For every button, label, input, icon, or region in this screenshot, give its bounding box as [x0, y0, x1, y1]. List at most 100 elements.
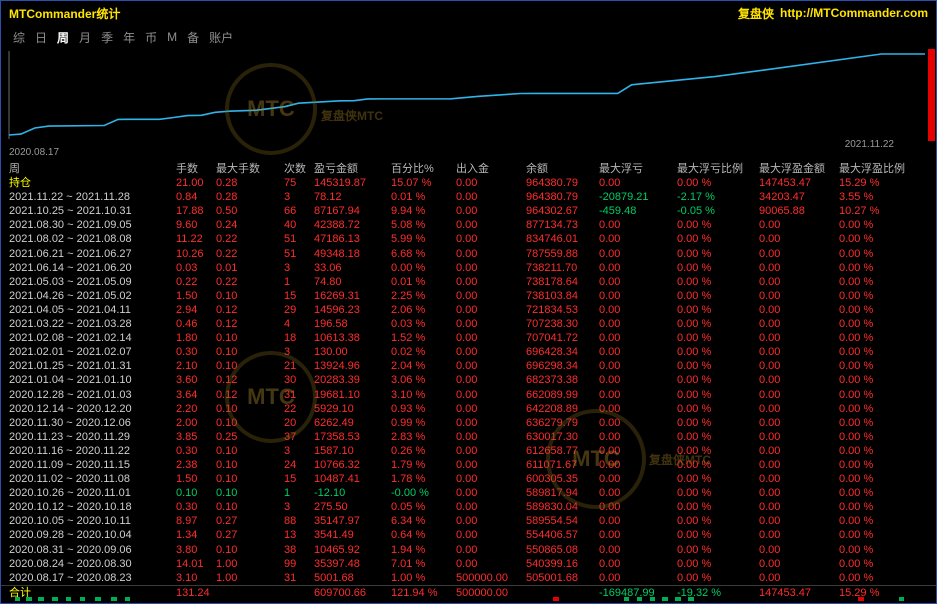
table-cell: 0.00 % — [839, 303, 929, 317]
mini-bar — [66, 597, 72, 601]
table-cell: 0.10 — [216, 416, 284, 430]
table-cell: 0.00 % — [839, 232, 929, 246]
table-cell: 5.08 % — [391, 218, 456, 232]
table-row[interactable]: 2021.10.25 ~ 2021.10.3117.880.506687167.… — [1, 204, 936, 218]
menu-item-日[interactable]: 日 — [35, 29, 47, 46]
app-window: MTCommander统计 复盘侠 http://MTCommander.com… — [0, 0, 937, 604]
menu-item-备[interactable]: 备 — [187, 29, 199, 46]
table-row[interactable]: 2020.08.31 ~ 2020.09.063.800.103810465.9… — [1, 543, 936, 557]
mini-bar — [624, 597, 630, 601]
column-header: 手数 — [176, 162, 216, 176]
table-row[interactable]: 2020.11.09 ~ 2020.11.152.380.102410766.3… — [1, 458, 936, 472]
table-cell: 964380.79 — [526, 176, 599, 190]
table-cell: 0.00 — [759, 444, 839, 458]
table-cell: 0.10 — [216, 472, 284, 486]
menu-item-月[interactable]: 月 — [79, 29, 91, 46]
table-cell: 0.00 — [456, 176, 526, 190]
table-cell: 0.10 — [216, 402, 284, 416]
menu-item-M[interactable]: M — [167, 30, 177, 44]
table-row[interactable]: 2021.05.03 ~ 2021.05.090.220.22174.800.0… — [1, 275, 936, 289]
table-row[interactable]: 2021.02.01 ~ 2021.02.070.300.103130.000.… — [1, 345, 936, 359]
table-row[interactable]: 2020.09.28 ~ 2020.10.041.340.27133541.49… — [1, 528, 936, 542]
table-row[interactable]: 2021.11.22 ~ 2021.11.280.840.28378.120.0… — [1, 190, 936, 204]
menu-item-周[interactable]: 周 — [57, 29, 69, 46]
table-row[interactable]: 2021.02.08 ~ 2021.02.141.800.101810613.3… — [1, 331, 936, 345]
table-cell: 0.00 — [599, 444, 677, 458]
table-cell: 持仓 — [9, 176, 176, 190]
menu-item-综[interactable]: 综 — [13, 29, 25, 46]
table-cell: 589830.04 — [526, 500, 599, 514]
table-cell: 0.00 — [456, 275, 526, 289]
table-cell: 0.00 % — [839, 430, 929, 444]
table-row[interactable]: 2021.01.04 ~ 2021.01.103.600.123020283.3… — [1, 373, 936, 387]
table-cell: 18 — [284, 331, 314, 345]
table-cell: 0.10 — [176, 486, 216, 500]
table-cell: 0.00 % — [839, 514, 929, 528]
table-cell: 2020.08.17 ~ 2020.08.23 — [9, 571, 176, 585]
column-header: 次数 — [284, 162, 314, 176]
table-cell: 0.00 — [599, 317, 677, 331]
table-cell: 9.94 % — [391, 204, 456, 218]
mini-bar — [650, 597, 656, 601]
table-row[interactable]: 2020.08.24 ~ 2020.08.3014.011.009935397.… — [1, 557, 936, 571]
table-row[interactable]: 2021.04.05 ~ 2021.04.112.940.122914596.2… — [1, 303, 936, 317]
table-cell: 0.00 % — [839, 402, 929, 416]
table-row[interactable]: 2021.01.25 ~ 2021.01.312.100.102113924.9… — [1, 359, 936, 373]
table-cell: 2020.09.28 ~ 2020.10.04 — [9, 528, 176, 542]
menu-item-季[interactable]: 季 — [101, 29, 113, 46]
table-cell: 0.50 — [216, 204, 284, 218]
table-cell: 35147.97 — [314, 514, 391, 528]
table-cell: 0.00 — [759, 486, 839, 500]
table-cell: 0.10 — [216, 444, 284, 458]
table-row[interactable]: 2021.08.02 ~ 2021.08.0811.220.225147186.… — [1, 232, 936, 246]
table-row[interactable]: 2021.06.21 ~ 2021.06.2710.260.225149348.… — [1, 247, 936, 261]
table-cell: 0.12 — [216, 317, 284, 331]
table-cell: 787559.88 — [526, 247, 599, 261]
table-cell: 2020.08.31 ~ 2020.09.06 — [9, 543, 176, 557]
column-header: 最大浮盈比例 — [839, 162, 929, 176]
table-cell: 0.00 — [759, 331, 839, 345]
table-row[interactable]: 2020.11.02 ~ 2020.11.081.500.101510487.4… — [1, 472, 936, 486]
table-cell: 0.10 — [216, 345, 284, 359]
table-row[interactable]: 2021.04.26 ~ 2021.05.021.500.101516269.3… — [1, 289, 936, 303]
equity-curve — [9, 54, 925, 135]
brand-url-link[interactable]: http://MTCommander.com — [780, 6, 928, 20]
table-row[interactable]: 2020.08.17 ~ 2020.08.233.101.00315001.68… — [1, 571, 936, 585]
table-cell: 2.04 % — [391, 359, 456, 373]
table-row[interactable]: 2020.12.28 ~ 2021.01.033.640.123119681.1… — [1, 388, 936, 402]
table-cell: 0.00 % — [677, 345, 759, 359]
column-header: 余额 — [526, 162, 599, 176]
table-row[interactable]: 2020.10.12 ~ 2020.10.180.300.103275.500.… — [1, 500, 936, 514]
table-cell: 2021.02.08 ~ 2021.02.14 — [9, 331, 176, 345]
table-row[interactable]: 2020.11.30 ~ 2020.12.062.000.10206262.49… — [1, 416, 936, 430]
table-row[interactable]: 2020.11.23 ~ 2020.11.293.850.253717358.5… — [1, 430, 936, 444]
table-row[interactable]: 持仓21.000.2875145319.8715.07 %0.00964380.… — [1, 176, 936, 190]
table-cell: 0.10 — [216, 359, 284, 373]
table-cell: 0.00 — [599, 416, 677, 430]
table-row[interactable]: 2020.10.26 ~ 2020.11.010.100.101-12.10-0… — [1, 486, 936, 500]
table-cell: 0.00 — [456, 388, 526, 402]
table-cell: 47186.13 — [314, 232, 391, 246]
table-row[interactable]: 2021.06.14 ~ 2021.06.200.030.01333.060.0… — [1, 261, 936, 275]
table-cell: 15.07 % — [391, 176, 456, 190]
table-cell: 0.00 % — [677, 472, 759, 486]
table-row[interactable]: 2020.11.16 ~ 2020.11.220.300.1031587.100… — [1, 444, 936, 458]
table-cell: 0.00 % — [677, 543, 759, 557]
table-cell: 0.10 — [216, 331, 284, 345]
table-cell: 1 — [284, 275, 314, 289]
table-row[interactable]: 2020.12.14 ~ 2020.12.202.200.10225929.10… — [1, 402, 936, 416]
table-cell: 0.00 % — [839, 444, 929, 458]
menu-item-年[interactable]: 年 — [123, 29, 135, 46]
table-cell: 3.80 — [176, 543, 216, 557]
menu-item-账户[interactable]: 账户 — [209, 29, 233, 46]
table-cell: 0.00 % — [677, 514, 759, 528]
table-cell: 15 — [284, 289, 314, 303]
table-row[interactable]: 2021.08.30 ~ 2021.09.059.600.244042388.7… — [1, 218, 936, 232]
table-cell: 2021.08.30 ~ 2021.09.05 — [9, 218, 176, 232]
table-row[interactable]: 2021.03.22 ~ 2021.03.280.460.124196.580.… — [1, 317, 936, 331]
menu-item-币[interactable]: 币 — [145, 29, 157, 46]
table-cell: 0.00 — [599, 331, 677, 345]
table-cell: 0.00 — [456, 232, 526, 246]
table-row[interactable]: 2020.10.05 ~ 2020.10.118.970.278835147.9… — [1, 514, 936, 528]
table-cell: 20283.39 — [314, 373, 391, 387]
